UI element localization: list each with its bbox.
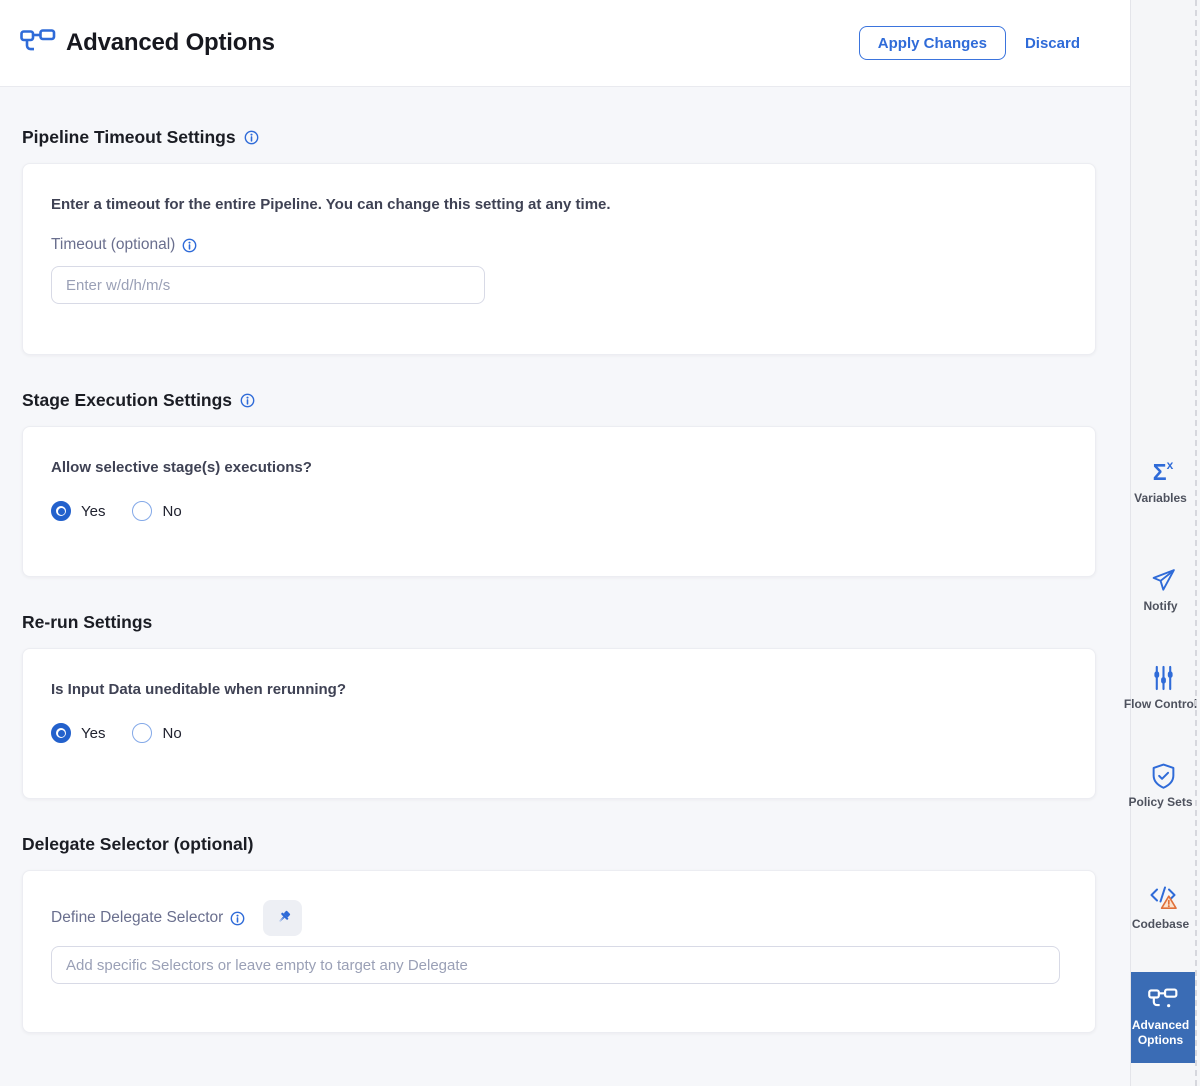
stage-execution-heading-text: Stage Execution Settings xyxy=(22,390,232,411)
pipeline-timeout-heading: Pipeline Timeout Settings xyxy=(22,87,1130,148)
sidebar-item-notify[interactable]: Notify xyxy=(1131,566,1195,614)
stage-execution-radio-group: Yes No xyxy=(51,501,1067,521)
stage-execution-question: Allow selective stage(s) executions? xyxy=(51,459,1067,476)
timeout-description: Enter a timeout for the entire Pipeline.… xyxy=(51,196,1067,213)
pipeline-gear-icon xyxy=(1148,987,1178,1013)
stage-execution-card: Allow selective stage(s) executions? Yes… xyxy=(22,426,1096,577)
delegate-field-label-row: Define Delegate Selector xyxy=(51,900,1067,936)
delegate-selector-input[interactable] xyxy=(51,946,1060,984)
stage-execution-no-label[interactable]: No xyxy=(162,503,181,520)
rerun-radio-group: Yes No xyxy=(51,723,1067,743)
delegate-heading: Delegate Selector (optional) xyxy=(22,799,1130,855)
page-title: Advanced Options xyxy=(66,29,275,57)
pipeline-timeout-card: Enter a timeout for the entire Pipeline.… xyxy=(22,163,1096,355)
sidebar-item-label: Notify xyxy=(1124,599,1198,614)
delegate-field-label: Define Delegate Selector xyxy=(51,909,223,927)
info-icon[interactable] xyxy=(244,130,259,145)
paper-plane-icon xyxy=(1150,566,1177,594)
sidebar-item-label: Variables xyxy=(1124,491,1198,506)
rerun-yes-radio[interactable] xyxy=(51,723,71,743)
timeout-field-label: Timeout (optional) xyxy=(51,236,1067,254)
sliders-icon xyxy=(1152,664,1175,692)
rerun-no-radio[interactable] xyxy=(132,723,152,743)
pin-button[interactable] xyxy=(263,900,302,936)
main-panel: Advanced Options Apply Changes Discard P… xyxy=(0,0,1130,1086)
stage-execution-no-radio[interactable] xyxy=(132,501,152,521)
timeout-input[interactable] xyxy=(51,266,485,304)
sidebar-item-label: Policy Sets xyxy=(1124,795,1198,810)
info-icon[interactable] xyxy=(240,393,255,408)
sidebar-item-advanced-options[interactable]: Advanced Options xyxy=(1131,972,1195,1063)
sidebar-item-codebase[interactable]: Codebase xyxy=(1131,884,1195,932)
rerun-yes-label[interactable]: Yes xyxy=(81,725,105,742)
pin-icon xyxy=(273,908,293,928)
delegate-heading-text: Delegate Selector (optional) xyxy=(22,834,253,855)
rerun-card: Is Input Data uneditable when rerunning?… xyxy=(22,648,1096,799)
header: Advanced Options Apply Changes Discard xyxy=(0,0,1130,87)
rerun-heading: Re-run Settings xyxy=(22,577,1130,633)
delegate-card: Define Delegate Selector xyxy=(22,870,1096,1033)
sidebar-item-policy-sets[interactable]: Policy Sets xyxy=(1131,762,1195,810)
rerun-heading-text: Re-run Settings xyxy=(22,612,152,633)
rerun-question: Is Input Data uneditable when rerunning? xyxy=(51,681,1067,698)
code-warning-icon xyxy=(1149,884,1177,912)
pipeline-timeout-heading-text: Pipeline Timeout Settings xyxy=(22,127,236,148)
shield-check-icon xyxy=(1151,762,1176,790)
sidebar-item-label: Advanced Options xyxy=(1124,1018,1198,1048)
sidebar-item-label: Codebase xyxy=(1124,917,1198,932)
info-icon[interactable] xyxy=(182,238,197,253)
advanced-options-icon xyxy=(20,27,56,59)
stage-execution-heading: Stage Execution Settings xyxy=(22,355,1130,411)
info-icon[interactable] xyxy=(230,911,245,926)
rerun-no-label[interactable]: No xyxy=(162,725,181,742)
sidebar-item-flow-control[interactable]: Flow Control xyxy=(1131,664,1195,712)
sidebar-item-label: Flow Control xyxy=(1124,697,1198,712)
timeout-field-label-text: Timeout (optional) xyxy=(51,236,175,254)
sidebar-item-variables[interactable]: Σx Variables xyxy=(1131,458,1195,506)
stage-execution-yes-radio[interactable] xyxy=(51,501,71,521)
sigma-x-icon: Σx xyxy=(1153,458,1174,486)
stage-execution-yes-label[interactable]: Yes xyxy=(81,503,105,520)
discard-button[interactable]: Discard xyxy=(1025,35,1080,52)
right-nav-rail: Σx Variables Notify xyxy=(1130,0,1200,1086)
apply-changes-button[interactable]: Apply Changes xyxy=(859,26,1006,60)
